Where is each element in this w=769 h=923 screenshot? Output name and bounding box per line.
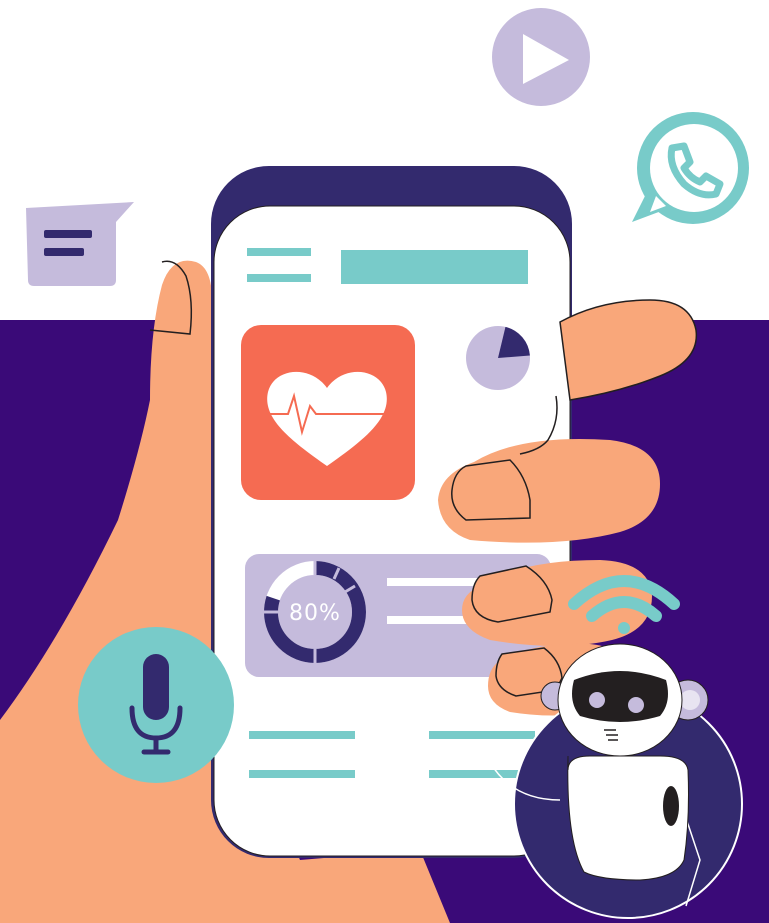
progress-label: 80% xyxy=(289,601,341,626)
menu-line-1 xyxy=(247,248,311,256)
heart-card xyxy=(241,325,415,500)
footer-line-3 xyxy=(429,731,535,739)
microphone-icon xyxy=(78,627,234,783)
pie-chart xyxy=(466,326,530,390)
header-bar xyxy=(341,250,528,284)
illustration: 80% xyxy=(0,0,769,923)
footer-line-1 xyxy=(249,731,355,739)
footer-line-2 xyxy=(249,770,355,778)
menu-line-2 xyxy=(247,274,311,282)
play-icon xyxy=(492,8,590,106)
